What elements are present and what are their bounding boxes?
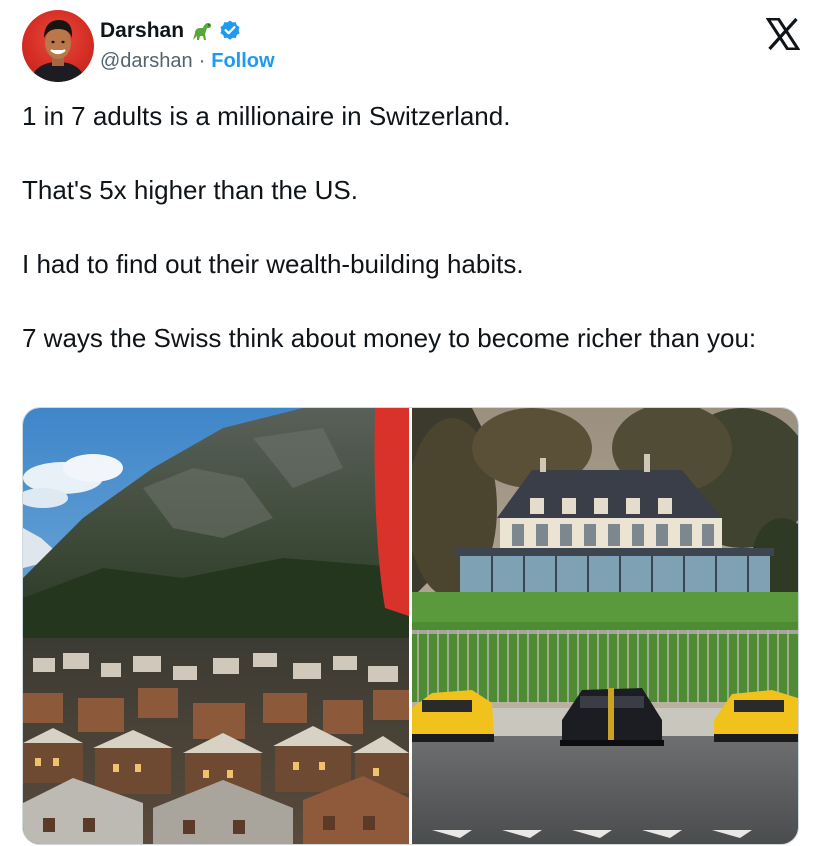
- x-logo-icon[interactable]: [765, 17, 801, 51]
- mansion-with-supercars-photo[interactable]: [412, 408, 798, 844]
- tweet-paragraph: That's 5x higher than the US.: [22, 175, 358, 205]
- author-info: Darshan @darshan · Follow: [100, 16, 275, 76]
- avatar[interactable]: [22, 10, 94, 82]
- name-row: Darshan: [100, 16, 275, 46]
- tweet-paragraph: 7 ways the Swiss think about money to be…: [22, 323, 757, 353]
- handle-row: @darshan · Follow: [100, 46, 275, 76]
- tweet-header: Darshan @darshan · Follow: [22, 10, 802, 84]
- verified-badge-icon: [218, 19, 242, 43]
- author-handle[interactable]: @darshan: [100, 46, 193, 76]
- tweet-paragraph: I had to find out their wealth-building …: [22, 249, 524, 279]
- separator-dot: ·: [198, 50, 206, 72]
- tweet-card: Darshan @darshan · Follow 1 in 7 adults …: [0, 0, 824, 846]
- media-grid: [22, 407, 799, 845]
- display-name[interactable]: Darshan: [100, 16, 184, 46]
- follow-button[interactable]: Follow: [211, 46, 274, 76]
- swiss-alpine-village-photo[interactable]: [23, 408, 409, 844]
- tweet-text: 1 in 7 adults is a millionaire in Switze…: [22, 100, 802, 354]
- dinosaur-emoji-icon: [190, 19, 214, 43]
- tweet-paragraph: 1 in 7 adults is a millionaire in Switze…: [22, 101, 511, 131]
